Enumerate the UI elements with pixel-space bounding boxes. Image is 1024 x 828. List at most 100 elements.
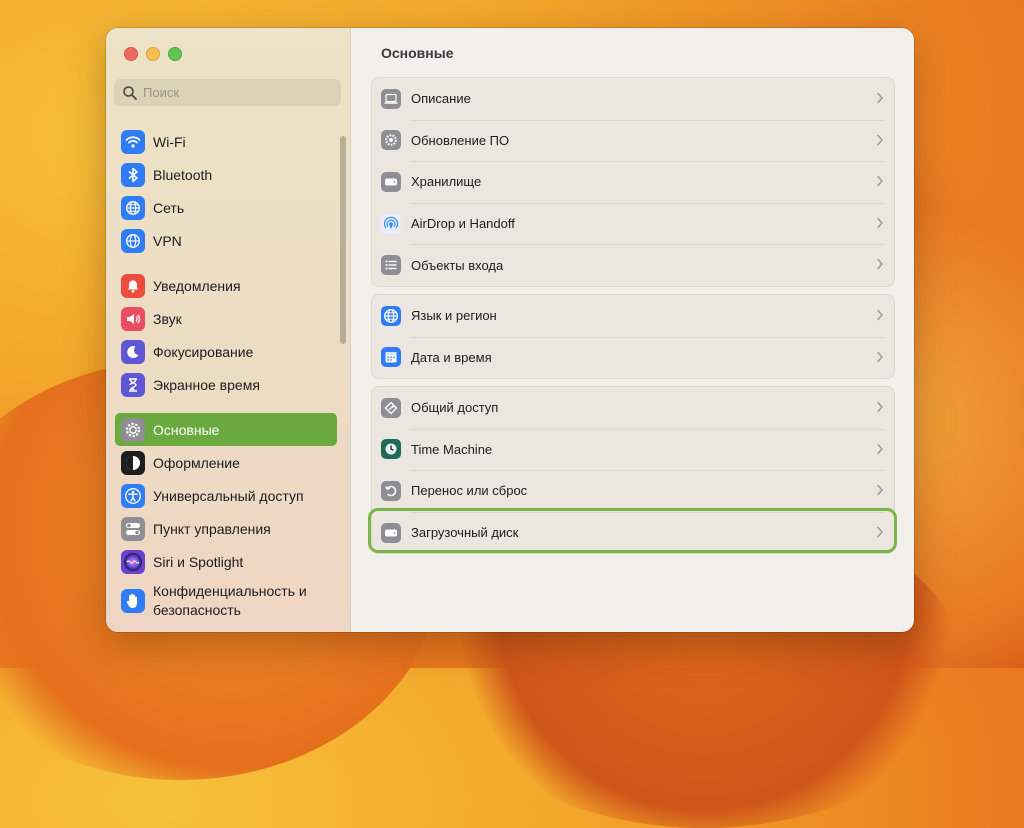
calendar-icon [381,347,401,368]
sidebar-nav: Wi-Fi Bluetooth Сеть VPN Уведомления Звук Фоку… [115,125,337,624]
settings-row-sharing[interactable]: Общий доступ [372,387,894,429]
sidebar-item-wifi[interactable]: Wi-Fi [115,125,337,158]
close-button[interactable] [124,47,138,61]
sidebar-item-label: Пункт управления [153,520,271,537]
hourglass-icon [121,372,145,397]
settings-row-label: Язык и регион [411,308,497,324]
page-title: Основные [381,45,454,61]
settings-row-airdrop[interactable]: AirDrop и Handoff [372,202,894,245]
chevron-right-icon [877,92,883,104]
sidebar-item-label: Уведомления [153,277,241,294]
sidebar-item-globe[interactable]: Сеть [115,191,337,224]
software-update-icon [381,130,401,151]
sidebar-item-accessibility[interactable]: Универсальный доступ [115,479,337,512]
globe-icon [121,195,145,220]
chevron-right-icon [877,526,883,538]
sidebar-item-label: Универсальный доступ [153,487,304,504]
chevron-right-icon [877,401,883,413]
settings-row-storage[interactable]: Хранилище [372,161,894,203]
storage-icon [381,171,401,192]
settings-row-list[interactable]: Объекты входа [372,244,894,286]
sidebar-item-label: VPN [153,232,182,249]
chevron-right-icon [877,484,883,496]
search-field[interactable] [114,79,341,106]
sidebar-item-label: Siri и Spotlight [153,553,244,570]
control-center-icon [121,516,145,541]
settings-row-label: Обновление ПО [411,132,510,148]
settings-row-label: Загрузочный диск [411,525,519,541]
globe-icon [381,305,401,326]
accessibility-icon [121,483,145,508]
settings-row-label: Хранилище [411,174,482,190]
settings-row-reset[interactable]: Перенос или сброс [372,470,894,512]
hand-icon [121,589,145,613]
settings-group: Общий доступ Time Machine Перенос или сбро… [371,386,895,555]
chevron-right-icon [877,217,883,229]
bluetooth-icon [121,162,145,187]
sharing-icon [381,397,401,418]
sidebar-item-label: Сеть [153,199,185,216]
sidebar-item-vpn-globe[interactable]: VPN [115,224,337,257]
settings-row-label: Общий доступ [411,400,499,416]
sidebar-item-control-center[interactable]: Пункт управления [115,512,337,545]
settings-row-label: Описание [411,91,471,107]
sidebar-item-moon[interactable]: Фокусирование [115,335,337,368]
settings-row-software-update[interactable]: Обновление ПО [372,119,894,162]
chevron-right-icon [877,443,883,454]
search-icon [123,85,137,100]
sidebar-item-bluetooth[interactable]: Bluetooth [115,158,337,191]
sidebar-item-speaker[interactable]: Звук [115,302,337,335]
window-controls [124,47,182,61]
speaker-icon [121,306,145,331]
sidebar-item-label: Bluetooth [153,166,213,183]
settings-row-label: Объекты входа [411,257,504,273]
sidebar-scrollbar[interactable] [340,136,346,344]
search-input[interactable] [143,85,323,100]
list-icon [381,255,401,276]
reset-icon [381,480,401,501]
sidebar-item-gear[interactable]: Основные [115,413,337,446]
sidebar-item-siri[interactable]: Siri и Spotlight [115,545,337,578]
settings-row-startup-disk[interactable]: Загрузочный диск [372,511,894,554]
sidebar-item-appearance[interactable]: Оформление [115,446,337,479]
settings-row-globe[interactable]: Язык и регион [372,295,894,337]
time-machine-icon [381,439,401,460]
airdrop-icon [381,213,401,234]
chevron-right-icon [877,134,883,145]
moon-icon [121,339,145,364]
sidebar-item-hourglass[interactable]: Экранное время [115,368,337,401]
minimize-button[interactable] [146,47,160,61]
settings-row-label: AirDrop и Handoff [411,216,515,232]
sidebar-item-label: Wi-Fi [153,133,186,150]
sidebar-item-hand[interactable]: Конфиденциальность и безопасность [115,578,337,624]
sidebar-item-label: Конфиденциальность и безопасность [153,583,307,618]
chevron-right-icon [877,351,883,362]
main-content: Основные Описание Обновление ПО Хранилище A… [351,28,914,632]
chevron-right-icon [877,259,883,270]
chevron-right-icon [877,309,883,321]
gear-icon [121,417,145,442]
sidebar-item-label: Основные [153,421,220,438]
sidebar-item-label: Фокусирование [153,343,254,360]
settings-row-calendar[interactable]: Дата и время [372,336,894,379]
settings-group: Язык и регион Дата и время [371,294,895,380]
sidebar: Wi-Fi Bluetooth Сеть VPN Уведомления Звук Фоку… [106,28,351,632]
laptop-icon [381,88,401,109]
settings-row-label: Перенос или сброс [411,483,528,499]
sidebar-item-bell[interactable]: Уведомления [115,269,337,302]
siri-icon [121,549,145,574]
bell-icon [121,273,145,298]
appearance-icon [121,450,145,475]
chevron-right-icon [877,175,883,187]
zoom-button[interactable] [168,47,182,61]
sidebar-item-label: Оформление [153,454,240,471]
sidebar-item-label: Экранное время [153,376,260,393]
startup-disk-icon [381,522,401,543]
wifi-icon [121,129,145,154]
settings-row-label: Дата и время [411,349,492,365]
settings-window: Wi-Fi Bluetooth Сеть VPN Уведомления Звук Фоку… [106,28,914,632]
settings-row-time-machine[interactable]: Time Machine [372,428,894,471]
settings-row-laptop[interactable]: Описание [372,78,894,120]
